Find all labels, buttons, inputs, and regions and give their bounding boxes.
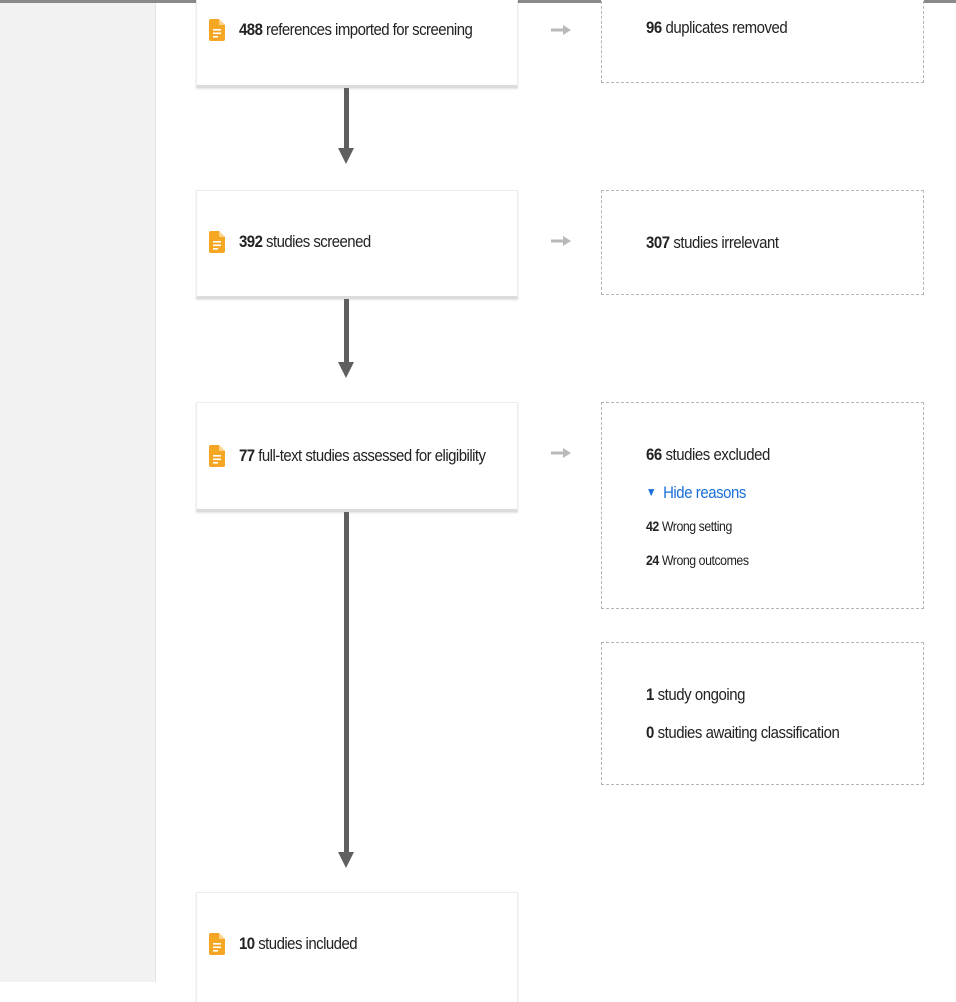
arrow-right-icon [551, 236, 571, 246]
stage-screened-text: studies screened [266, 232, 371, 251]
stage-included-text: studies included [258, 934, 358, 953]
hide-reasons-label: Hide reasons [663, 483, 746, 502]
excluded-box: 66 studies excluded ▼ Hide reasons 42 Wro… [601, 402, 924, 609]
document-icon [209, 933, 225, 955]
document-icon [209, 231, 225, 253]
irrelevant-label: 307 studies irrelevant [646, 233, 779, 253]
irrelevant-text: studies irrelevant [673, 233, 779, 252]
stage-included-count: 10 [239, 934, 255, 953]
hide-reasons-toggle[interactable]: ▼ Hide reasons [646, 483, 746, 503]
duplicates-count: 96 [646, 18, 662, 37]
down-arrow-connector [338, 299, 354, 378]
excluded-text: studies excluded [665, 445, 770, 464]
stage-assessed-text: full-text studies assessed for eligibili… [258, 446, 486, 465]
stage-included-card: 10 studies included [196, 892, 518, 1002]
left-sidebar [0, 3, 156, 982]
down-arrow-connector [338, 512, 354, 868]
stage-imported-card: 488 references imported for screening [196, 0, 518, 88]
stage-included-label: 10 studies included [239, 934, 358, 954]
other-status-box: 1 study ongoing 0 studies awaiting class… [601, 642, 924, 785]
reason-item: 42 Wrong setting [646, 518, 732, 534]
stage-assessed-card: 77 full-text studies assessed for eligib… [196, 402, 518, 512]
ongoing-text: study ongoing [657, 685, 746, 704]
stage-assessed-count: 77 [239, 446, 255, 465]
stage-screened-label: 392 studies screened [239, 232, 371, 252]
stage-screened-card: 392 studies screened [196, 190, 518, 299]
stage-imported-text: references imported for screening [266, 20, 473, 39]
awaiting-text: studies awaiting classification [657, 723, 840, 742]
reason-text: Wrong setting [661, 518, 733, 534]
document-icon [209, 445, 225, 467]
reason-count: 24 [646, 552, 659, 568]
duplicates-label: 96 duplicates removed [646, 18, 788, 38]
document-icon [209, 19, 225, 41]
duplicates-box: 96 duplicates removed [601, 0, 924, 83]
duplicates-text: duplicates removed [665, 18, 788, 37]
awaiting-label: 0 studies awaiting classification [646, 723, 840, 743]
stage-screened-count: 392 [239, 232, 263, 251]
arrow-right-icon [551, 25, 571, 35]
stage-imported-count: 488 [239, 20, 263, 39]
down-arrow-connector [338, 88, 354, 164]
stage-assessed-label: 77 full-text studies assessed for eligib… [239, 446, 486, 466]
awaiting-count: 0 [646, 723, 654, 742]
reason-count: 42 [646, 518, 659, 534]
reason-item: 24 Wrong outcomes [646, 552, 749, 568]
reason-text: Wrong outcomes [661, 552, 749, 568]
arrow-right-icon [551, 448, 571, 458]
excluded-count: 66 [646, 445, 662, 464]
irrelevant-box: 307 studies irrelevant [601, 190, 924, 295]
stage-imported-label: 488 references imported for screening [239, 20, 473, 40]
triangle-down-icon: ▼ [646, 485, 657, 499]
ongoing-label: 1 study ongoing [646, 685, 746, 705]
excluded-label: 66 studies excluded [646, 445, 770, 465]
irrelevant-count: 307 [646, 233, 670, 252]
ongoing-count: 1 [646, 685, 654, 704]
